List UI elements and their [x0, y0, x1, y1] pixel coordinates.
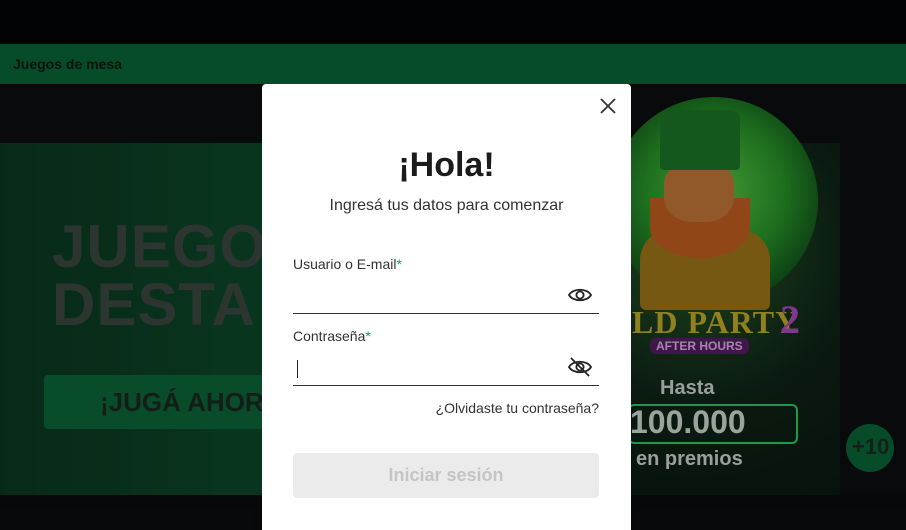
forgot-password-link[interactable]: ¿Olvidaste tu contraseña?	[422, 400, 599, 416]
password-field	[293, 350, 599, 386]
username-field	[293, 278, 599, 314]
eye-off-icon	[567, 357, 593, 377]
close-button[interactable]	[598, 96, 618, 116]
username-input[interactable]	[293, 284, 553, 310]
password-input[interactable]	[293, 356, 553, 382]
toggle-password-visibility-button[interactable]	[567, 356, 593, 378]
password-label-text: Contraseña	[293, 328, 366, 344]
username-required-mark: *	[396, 256, 402, 272]
close-icon	[600, 98, 616, 114]
toggle-username-visibility-button[interactable]	[567, 284, 593, 306]
page: Juegos de mesa JUEGO DESTA ¡JUGÁ AHOR LD…	[0, 0, 906, 530]
password-required-mark: *	[365, 328, 371, 344]
login-modal: ¡Hola! Ingresá tus datos para comenzar U…	[262, 84, 631, 530]
password-label: Contraseña*	[293, 328, 371, 344]
username-label-text: Usuario o E-mail	[293, 256, 397, 272]
eye-icon	[567, 288, 593, 302]
username-label: Usuario o E-mail*	[293, 256, 402, 272]
login-submit-button[interactable]: Iniciar sesión	[293, 453, 599, 498]
modal-title: ¡Hola!	[398, 146, 495, 184]
modal-subtitle: Ingresá tus datos para comenzar	[329, 197, 564, 214]
